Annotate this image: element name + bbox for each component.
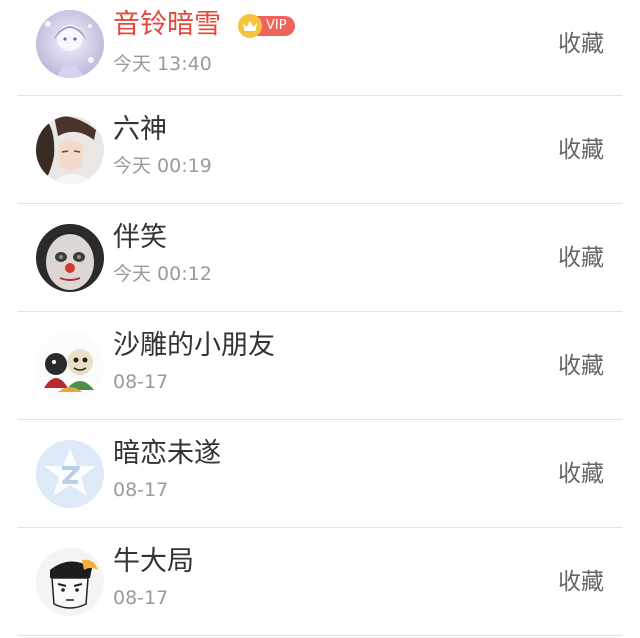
friend-list: 音铃暗雪 VIP 今天 13:40 收藏 六神 今天 00:19 收藏 伴笑 今…	[0, 0, 640, 638]
last-seen-time: 今天 00:19	[113, 155, 212, 177]
friend-name: 六神	[113, 114, 167, 145]
list-item[interactable]: 六神 今天 00:19 收藏	[0, 96, 640, 204]
list-item[interactable]: 伴笑 今天 00:12 收藏	[0, 204, 640, 312]
collect-button[interactable]: 收藏	[558, 568, 604, 596]
last-seen-time: 08-17	[113, 587, 169, 609]
default-qq-avatar[interactable]	[36, 440, 104, 508]
last-seen-time: 今天 00:12	[113, 263, 212, 285]
cartoon-man-avatar[interactable]	[36, 548, 104, 616]
cartoon-characters-avatar[interactable]	[36, 332, 104, 400]
vip-badge: VIP	[238, 14, 295, 38]
collect-button[interactable]: 收藏	[558, 136, 604, 164]
list-item[interactable]: 暗恋未遂 08-17 收藏	[0, 420, 640, 528]
collect-button[interactable]: 收藏	[558, 460, 604, 488]
collect-button[interactable]: 收藏	[558, 352, 604, 380]
crown-icon	[238, 14, 262, 38]
friend-name: 伴笑	[113, 222, 167, 253]
clown-face-avatar[interactable]	[36, 224, 104, 292]
friend-name: 牛大局	[113, 546, 194, 577]
friend-name: 沙雕的小朋友	[113, 330, 275, 361]
list-item[interactable]: 音铃暗雪 VIP 今天 13:40 收藏	[0, 0, 640, 96]
collect-button[interactable]: 收藏	[558, 30, 604, 58]
friend-name: 暗恋未遂	[113, 438, 221, 469]
list-item[interactable]: 牛大局 08-17 收藏	[0, 528, 640, 636]
person-avatar[interactable]	[36, 116, 104, 184]
divider	[18, 635, 622, 636]
list-item[interactable]: 沙雕的小朋友 08-17 收藏	[0, 312, 640, 420]
last-seen-time: 08-17	[113, 479, 169, 501]
last-seen-time: 08-17	[113, 371, 169, 393]
collect-button[interactable]: 收藏	[558, 244, 604, 272]
last-seen-time: 今天 13:40	[113, 53, 212, 75]
friend-name: 音铃暗雪	[113, 9, 221, 40]
anime-girl-avatar[interactable]	[36, 10, 104, 78]
